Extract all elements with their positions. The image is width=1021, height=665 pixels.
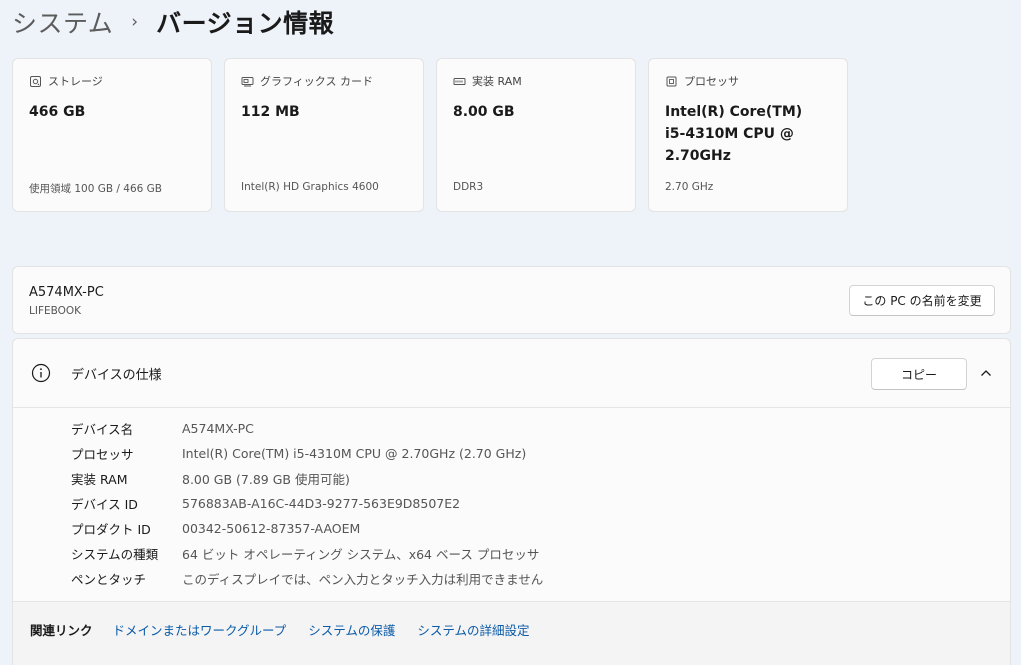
device-specs-panel: デバイスの仕様 コピー デバイス名 A574MX-PC プロセッサ Intel(…	[12, 338, 1011, 665]
card-label: プロセッサ	[684, 75, 739, 88]
card-sub: 2.70 GHz	[665, 181, 714, 193]
link-domain-workgroup[interactable]: ドメインまたはワークグループ	[113, 620, 287, 639]
spec-value: 8.00 GB (7.89 GB 使用可能)	[182, 472, 350, 487]
page-title: バージョン情報	[156, 9, 335, 38]
storage-icon	[30, 75, 41, 87]
processor-icon	[666, 76, 677, 86]
spec-value: Intel(R) Core(TM) i5-4310M CPU @ 2.70GHz…	[182, 446, 527, 461]
card-label: 実装 RAM	[472, 75, 522, 88]
card-label: グラフィックス カード	[260, 75, 373, 88]
card-storage: ストレージ 466 GB 使用領域 100 GB / 466 GB	[12, 58, 212, 212]
link-advanced-system-settings[interactable]: システムの詳細設定	[417, 620, 529, 639]
card-sub: Intel(R) HD Graphics 4600	[241, 181, 379, 193]
ram-icon	[453, 77, 466, 85]
card-value: 112 MB	[241, 104, 300, 120]
card-ram: 実装 RAM 8.00 GB DDR3	[436, 58, 636, 212]
graphics-card-icon	[241, 76, 254, 86]
spec-row: ペンとタッチ このディスプレイでは、ペン入力とタッチ入力は利用できません	[71, 566, 543, 591]
spec-key: プロダクト ID	[71, 522, 151, 537]
spec-row: システムの種類 64 ビット オペレーティング システム、x64 ベース プロセ…	[71, 541, 543, 566]
breadcrumb: システム › バージョン情報	[12, 4, 334, 40]
divider	[13, 407, 1010, 408]
spec-key: ペンとタッチ	[71, 572, 147, 587]
spec-cards: ストレージ 466 GB 使用領域 100 GB / 466 GB グラフィック…	[12, 58, 848, 212]
card-value: 8.00 GB	[453, 104, 515, 120]
related-links: 関連リンク ドメインまたはワークグループ システムの保護 システムの詳細設定	[13, 602, 1010, 665]
device-specs-header[interactable]: デバイスの仕様 コピー	[13, 339, 1010, 407]
link-system-protection[interactable]: システムの保護	[308, 620, 395, 639]
device-specs-title: デバイスの仕様	[71, 368, 162, 383]
spec-key: デバイス ID	[71, 497, 138, 512]
spec-value: 576883AB-A16C-44D3-9277-563E9D8507E2	[182, 496, 461, 511]
spec-value: 64 ビット オペレーティング システム、x64 ベース プロセッサ	[182, 547, 540, 562]
spec-row: 実装 RAM 8.00 GB (7.89 GB 使用可能)	[71, 466, 543, 491]
breadcrumb-parent-system[interactable]: システム	[12, 4, 113, 40]
spec-key: デバイス名	[71, 422, 134, 437]
spec-key: システムの種類	[71, 547, 159, 562]
card-graphics: グラフィックス カード 112 MB Intel(R) HD Graphics …	[224, 58, 424, 212]
device-specs-table: デバイス名 A574MX-PC プロセッサ Intel(R) Core(TM) …	[71, 416, 543, 591]
info-icon	[31, 363, 51, 383]
card-label: ストレージ	[48, 75, 103, 88]
pc-name: A574MX-PC	[29, 285, 104, 300]
spec-value: このディスプレイでは、ペン入力とタッチ入力は利用できません	[182, 572, 544, 587]
spec-key: 実装 RAM	[71, 472, 128, 487]
rename-pc-button[interactable]: この PC の名前を変更	[849, 285, 995, 316]
spec-row: プロセッサ Intel(R) Core(TM) i5-4310M CPU @ 2…	[71, 441, 543, 466]
card-sub: 使用領域 100 GB / 466 GB	[29, 183, 162, 195]
related-links-label: 関連リンク	[30, 623, 93, 638]
pc-name-panel: A574MX-PC LIFEBOOK この PC の名前を変更	[12, 266, 1011, 334]
card-sub: DDR3	[453, 181, 484, 193]
spec-value: A574MX-PC	[182, 421, 254, 436]
card-value: Intel(R) Core(TM) i5-4310M CPU @ 2.70GHz	[665, 104, 803, 164]
spec-row: デバイス ID 576883AB-A16C-44D3-9277-563E9D85…	[71, 491, 543, 516]
spec-row: デバイス名 A574MX-PC	[71, 416, 543, 441]
breadcrumb-separator-icon: ›	[131, 12, 139, 32]
card-value: 466 GB	[29, 104, 86, 120]
spec-value: 00342-50612-87357-AAOEM	[182, 521, 361, 536]
pc-model: LIFEBOOK	[29, 305, 82, 317]
spec-key: プロセッサ	[71, 447, 134, 462]
spec-row: プロダクト ID 00342-50612-87357-AAOEM	[71, 516, 543, 541]
card-processor: プロセッサ Intel(R) Core(TM) i5-4310M CPU @ 2…	[648, 58, 848, 212]
chevron-up-icon[interactable]	[979, 366, 993, 380]
copy-button[interactable]: コピー	[871, 358, 967, 390]
